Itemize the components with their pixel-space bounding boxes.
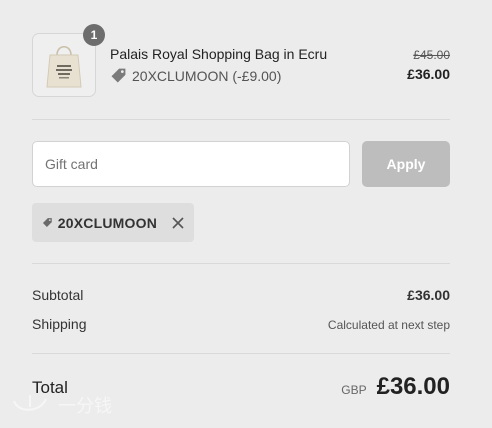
currency-code: GBP <box>341 383 367 397</box>
divider <box>32 119 450 120</box>
subtotal-label: Subtotal <box>32 287 84 303</box>
product-title: Palais Royal Shopping Bag in Ecru <box>110 46 328 62</box>
tag-icon <box>111 68 126 83</box>
divider <box>32 263 450 264</box>
watermark-logo-icon <box>13 395 47 411</box>
quantity-badge: 1 <box>83 24 105 46</box>
item-discount: 20XCLUMOON (-£9.00) <box>110 67 281 84</box>
checkout-order-summary: 1 Palais Royal Shopping Bag in Ecru 20XC… <box>0 0 492 428</box>
total-amount: GBP £36.00 <box>341 373 450 401</box>
line-item: 1 Palais Royal Shopping Bag in Ecru 20XC… <box>32 24 450 97</box>
tote-bag-image <box>46 45 82 88</box>
divider <box>32 353 450 354</box>
original-price: £45.00 <box>413 48 450 62</box>
applied-discount-chip: 20XCLUMOON <box>32 203 194 242</box>
shipping-value: Calculated at next step <box>327 318 450 332</box>
tag-icon <box>42 218 52 227</box>
apply-button[interactable]: Apply <box>362 141 450 187</box>
close-icon <box>172 216 184 229</box>
subtotal-value: £36.00 <box>407 287 450 303</box>
shipping-label: Shipping <box>32 316 87 332</box>
watermark-text: 一分钱 <box>58 396 112 417</box>
applied-code-label: 20XCLUMOON <box>57 214 157 231</box>
discount-code-text: 20XCLUMOON (-£9.00) <box>132 67 282 84</box>
remove-code-button[interactable] <box>172 216 184 230</box>
gift-card-input[interactable] <box>32 141 350 187</box>
watermark: 一分钱 <box>10 392 112 418</box>
total-value: £36.00 <box>376 373 450 400</box>
discounted-price: £36.00 <box>407 66 450 82</box>
